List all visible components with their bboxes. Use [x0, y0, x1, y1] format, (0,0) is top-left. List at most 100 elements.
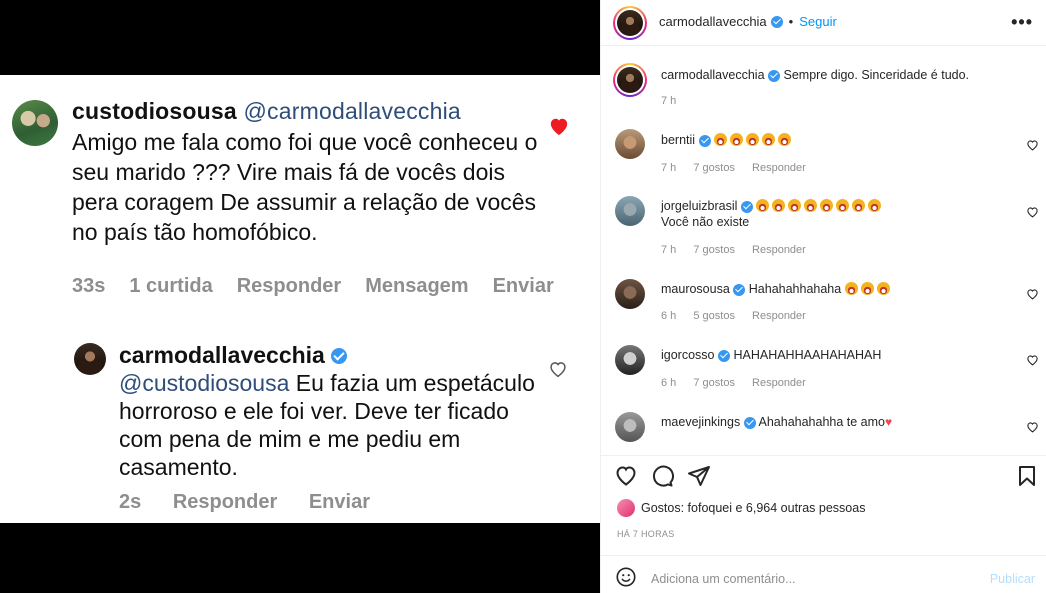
add-comment-bar: Adiciona um comentário... Publicar — [601, 555, 1046, 593]
verified-badge-icon — [698, 134, 711, 147]
comment-time: 6 h — [661, 377, 677, 389]
like-comment-heart-icon[interactable] — [1026, 421, 1039, 433]
comment-body: Você não existe — [661, 215, 750, 229]
comment-text: berntii — [661, 132, 991, 148]
comment-likes[interactable]: 5 gostos — [693, 310, 735, 322]
laughing-emoji-icon — [756, 199, 770, 212]
header-avatar — [617, 10, 643, 36]
publish-button[interactable]: Publicar — [990, 572, 1035, 586]
custodiosousa-avatar — [12, 100, 58, 146]
caption-time: 7 h — [661, 95, 677, 107]
follow-button[interactable]: Seguir — [799, 14, 837, 29]
comment-bubble-icon[interactable] — [650, 464, 674, 488]
comment-body: Hahahahhahaha — [748, 282, 842, 296]
header-username[interactable]: carmodallavecchia — [659, 14, 767, 29]
like-comment-heart-icon[interactable] — [1026, 139, 1039, 151]
comment2-send: Enviar — [308, 491, 370, 513]
avatar[interactable] — [615, 412, 645, 442]
red-heart-emoji-icon: ♥ — [885, 415, 893, 429]
more-options-icon[interactable]: ••• — [1011, 12, 1033, 33]
caption-avatar-ring[interactable] — [613, 63, 647, 97]
laughing-emoji-icon — [820, 199, 834, 212]
comment-text: igorcosso HAHAHAHHAAHAHAHAH — [661, 347, 991, 363]
emoji-smile-icon[interactable] — [615, 566, 637, 588]
comment1-likes: 1 curtida — [129, 275, 213, 297]
caption-avatar — [617, 67, 643, 93]
emoji-group — [844, 282, 893, 296]
post-image: custodiosousa @carmodallavecchia Amigo m… — [0, 0, 600, 593]
comment-time: 7 h — [661, 162, 677, 174]
comment-body: Ahahahahahha te amo — [758, 415, 886, 429]
save-bookmark-icon[interactable] — [1015, 464, 1039, 488]
comment-reply[interactable]: Responder — [752, 162, 806, 174]
laughing-emoji-icon — [804, 199, 818, 212]
carmodallavecchia-avatar — [74, 343, 106, 375]
comment-reply[interactable]: Responder — [752, 377, 806, 389]
comment2-mention: @custodiosousa — [119, 370, 290, 396]
avatar[interactable] — [615, 345, 645, 375]
comment-text: maevejinkings Ahahahahahha te amo♥ — [661, 414, 991, 430]
comment1-send: Enviar — [492, 275, 554, 297]
comment1-meta: 33s 1 curtida Responder Mensagem Enviar — [72, 275, 578, 298]
comment-username[interactable]: berntii — [661, 133, 695, 147]
laughing-emoji-icon — [746, 133, 760, 146]
comment-likes[interactable]: 7 gostos — [693, 244, 735, 256]
share-paper-plane-icon[interactable] — [687, 464, 711, 488]
laughing-emoji-icon — [714, 133, 728, 146]
likes-summary: Gostos: fofoquei e 6,964 outras pessoas — [617, 499, 865, 517]
post-header: carmodallavecchia • Seguir ••• — [601, 0, 1046, 46]
comment-likes[interactable]: 7 gostos — [693, 377, 735, 389]
comment-meta: 7 h 7 gostos Responder — [661, 162, 820, 174]
comment-likes[interactable]: 7 gostos — [693, 162, 735, 174]
comment1-message: Mensagem — [365, 275, 469, 297]
comment-input[interactable]: Adiciona um comentário... — [651, 572, 796, 586]
verified-badge-icon — [768, 69, 781, 82]
comment1-text: Amigo me fala como foi que você conheceu… — [72, 129, 538, 245]
avatar[interactable] — [615, 196, 645, 226]
comment1-time: 33s — [72, 275, 106, 297]
comment-username[interactable]: jorgeluizbrasil — [661, 199, 737, 213]
comment2-reply: Responder — [172, 491, 278, 513]
comment-reply[interactable]: Responder — [752, 310, 806, 322]
emoji-group — [756, 199, 884, 213]
avatar[interactable] — [615, 279, 645, 309]
avatar[interactable] — [615, 129, 645, 159]
laughing-emoji-icon — [868, 199, 882, 212]
comment1-header: custodiosousa @carmodallavecchia — [72, 98, 461, 125]
laughing-emoji-icon — [788, 199, 802, 212]
laughing-emoji-icon — [730, 133, 744, 146]
like-comment-heart-icon[interactable] — [1026, 354, 1039, 366]
laughing-emoji-icon — [852, 199, 866, 212]
separator-dot: • — [788, 14, 794, 29]
filled-heart-icon — [550, 118, 568, 136]
comments-list[interactable]: carmodallavecchia Sempre digo. Sincerida… — [601, 47, 1046, 447]
header-user: carmodallavecchia • Seguir — [659, 14, 837, 29]
verified-badge-icon — [770, 15, 783, 28]
comment-meta: 7 h 7 gostos Responder — [661, 244, 820, 256]
comment-username[interactable]: maurosousa — [661, 282, 730, 296]
liker-avatar[interactable] — [617, 499, 635, 517]
likes-user[interactable]: fofoquei — [688, 501, 732, 515]
like-comment-heart-icon[interactable] — [1026, 288, 1039, 300]
laughing-emoji-icon — [876, 282, 890, 295]
laughing-emoji-icon — [762, 133, 776, 146]
likes-text[interactable]: Gostos: fofoquei e 6,964 outras pessoas — [641, 501, 865, 515]
comment-username[interactable]: igorcosso — [661, 348, 715, 362]
comment-body: HAHAHAHHAAHAHAHAH — [733, 348, 882, 362]
laughing-emoji-icon — [844, 282, 858, 295]
comment1-username: custodiosousa — [72, 98, 237, 124]
like-heart-icon[interactable] — [614, 464, 638, 488]
comment-text: jorgeluizbrasil Você não existe — [661, 198, 991, 230]
comment2-text: @custodiosousa Eu fazia um espetáculo ho… — [119, 369, 539, 481]
comment-meta: 6 h 5 gostos Responder — [661, 310, 820, 322]
caption-text-line: carmodallavecchia Sempre digo. Sincerida… — [661, 67, 1031, 83]
story-ring-avatar[interactable] — [613, 6, 647, 40]
like-comment-heart-icon[interactable] — [1026, 206, 1039, 218]
comment-reply[interactable]: Responder — [752, 244, 806, 256]
laughing-emoji-icon — [772, 199, 786, 212]
post-actions-bar — [601, 455, 1046, 495]
caption-username[interactable]: carmodallavecchia — [661, 68, 765, 82]
caption-meta: 7 h — [661, 95, 690, 107]
comment-meta: 6 h 7 gostos Responder — [661, 377, 820, 389]
comment-username[interactable]: maevejinkings — [661, 415, 740, 429]
